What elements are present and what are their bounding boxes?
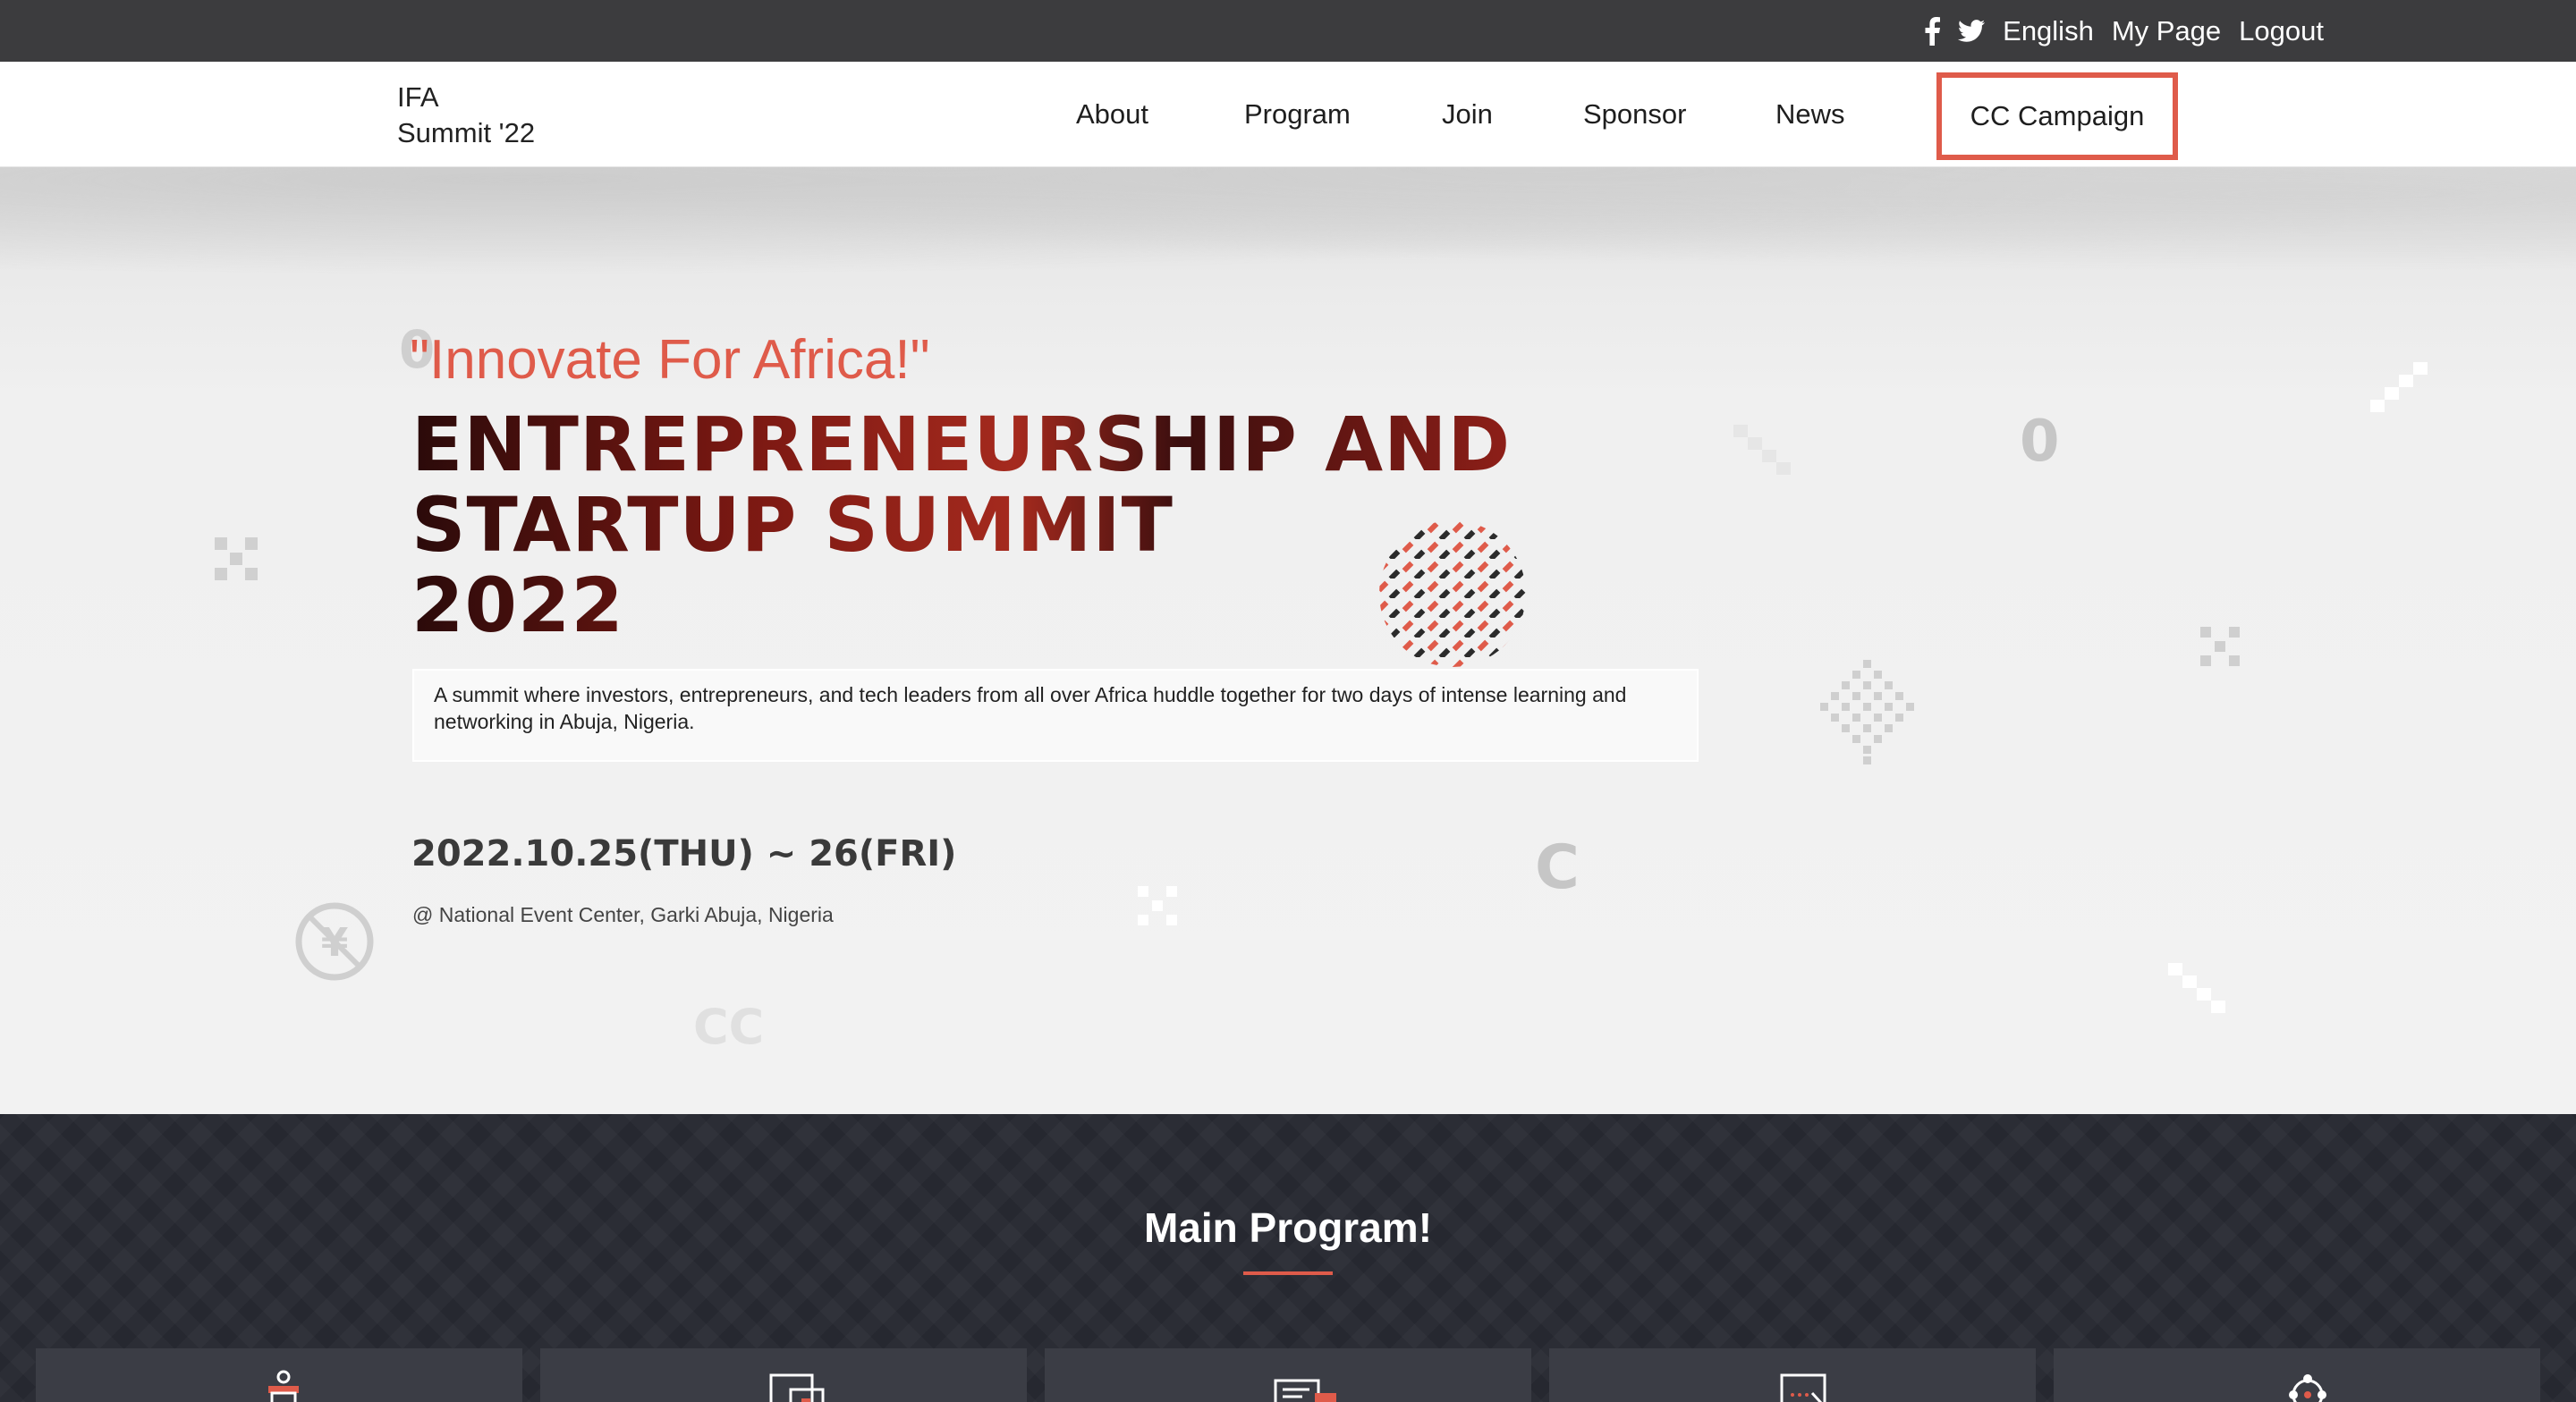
twitter-icon[interactable] <box>1958 19 1986 43</box>
utility-links: English My Page Logout <box>1924 0 2324 62</box>
decor-cross-icon <box>1138 886 1177 925</box>
main-program-section: Main Program! <box>0 1114 2576 1402</box>
facebook-icon[interactable] <box>1924 16 1941 46</box>
decor-steps-icon <box>2370 362 2428 412</box>
program-card[interactable] <box>36 1348 522 1402</box>
program-card[interactable] <box>1549 1348 2036 1402</box>
decor-cross-icon <box>215 537 258 580</box>
hero-slogan: "Innovate For Africa!" <box>410 329 930 391</box>
hero-title: ENTREPRENEURSHIP AND STARTUP SUMMIT 2022 <box>411 404 1511 646</box>
podium-icon <box>268 1370 299 1402</box>
nav-join[interactable]: Join <box>1442 62 1493 167</box>
nav-program[interactable]: Program <box>1244 62 1351 167</box>
event-date: 2022.10.25(THU) ~ 26(FRI) <box>411 833 957 874</box>
program-card[interactable] <box>1045 1348 1531 1402</box>
hero-title-line-1: ENTREPRENEURSHIP AND <box>411 401 1512 488</box>
nav-about[interactable]: About <box>1076 62 1148 167</box>
hero-title-line-3: 2022 <box>411 562 624 649</box>
hero-banner: 0 0 C CC ¥ "Innovate For Africa!" ENTREP… <box>0 167 2576 1114</box>
hero-background-photo <box>0 167 2576 301</box>
hero-description: A summit where investors, entrepreneurs,… <box>412 669 1699 762</box>
decor-zero-icon: 0 <box>2020 409 2060 475</box>
decor-steps-icon <box>2168 963 2225 1013</box>
section-title: Main Program! <box>1143 1204 1433 1251</box>
main-header: IFA Summit '22 About Program Join Sponso… <box>0 62 2576 167</box>
document-icon <box>1274 1379 1336 1402</box>
program-card[interactable] <box>540 1348 1027 1402</box>
program-card[interactable] <box>2054 1348 2540 1402</box>
decor-yen-coin-icon: ¥ <box>295 902 374 981</box>
nav-sponsor[interactable]: Sponsor <box>1583 62 1686 167</box>
logout-link[interactable]: Logout <box>2239 15 2324 47</box>
decor-diamond-grid-icon <box>1820 660 1914 764</box>
presentation-icon <box>769 1373 825 1402</box>
title-underline <box>1243 1271 1333 1275</box>
nav-news[interactable]: News <box>1775 62 1845 167</box>
decor-steps-icon <box>1733 425 1791 475</box>
logo-line-2: Summit '22 <box>397 117 536 148</box>
top-utility-bar: English My Page Logout <box>0 0 2576 62</box>
hero-title-line-2: STARTUP SUMMIT <box>411 481 1174 569</box>
decor-cross-icon <box>2200 627 2240 666</box>
svg-text:¥: ¥ <box>321 920 349 966</box>
decor-c-icon: C <box>1535 832 1580 903</box>
decor-cc-icon: CC <box>693 999 765 1055</box>
my-page-link[interactable]: My Page <box>2112 15 2221 47</box>
logo-line-1: IFA <box>397 81 439 113</box>
network-icon <box>2289 1374 2326 1402</box>
pen-board-icon <box>1780 1373 1826 1402</box>
language-link[interactable]: English <box>2003 15 2094 47</box>
nav-cc-campaign[interactable]: CC Campaign <box>1936 72 2178 160</box>
event-venue: @ National Event Center, Garki Abuja, Ni… <box>412 903 834 926</box>
site-logo[interactable]: IFA Summit '22 <box>397 80 535 151</box>
